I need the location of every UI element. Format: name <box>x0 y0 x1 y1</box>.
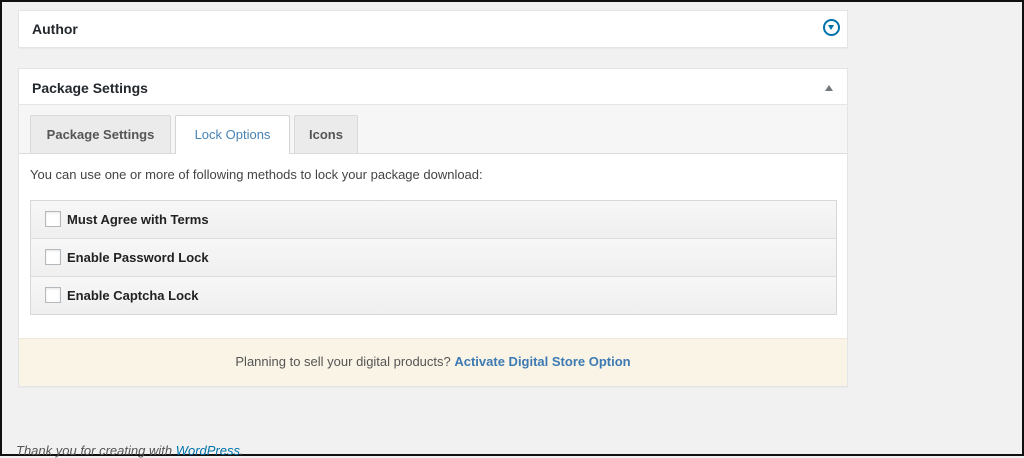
password-lock-label[interactable]: Enable Password Lock <box>67 250 209 265</box>
lock-option-captcha[interactable]: Enable Captcha Lock <box>31 277 836 314</box>
package-box-title: Package Settings <box>32 80 148 96</box>
author-box-title: Author <box>32 21 78 37</box>
digital-store-promo: Planning to sell your digital products? … <box>19 338 847 386</box>
tab-lock-options[interactable]: Lock Options <box>175 115 290 154</box>
author-metabox: Author <box>18 10 848 48</box>
lock-option-password[interactable]: Enable Password Lock <box>31 239 836 277</box>
captcha-lock-checkbox[interactable] <box>45 287 61 303</box>
arrow-up-icon[interactable] <box>825 85 833 91</box>
lock-options-list: Must Agree with Terms Enable Password Lo… <box>30 200 837 315</box>
tab-package-settings[interactable]: Package Settings <box>30 115 171 153</box>
chevron-down-circle-icon[interactable] <box>823 19 840 36</box>
captcha-lock-label[interactable]: Enable Captcha Lock <box>67 288 198 303</box>
tab-icons[interactable]: Icons <box>294 115 358 153</box>
terms-checkbox[interactable] <box>45 211 61 227</box>
promo-text: Planning to sell your digital products? <box>235 354 455 369</box>
terms-label[interactable]: Must Agree with Terms <box>67 212 209 227</box>
activate-digital-store-link[interactable]: Activate Digital Store Option <box>454 354 630 369</box>
package-settings-metabox: Package Settings Package Settings Lock O… <box>18 68 848 387</box>
tab-bar: Package Settings Lock Options Icons <box>19 105 847 154</box>
password-lock-checkbox[interactable] <box>45 249 61 265</box>
lock-intro-text: You can use one or more of following met… <box>30 167 483 182</box>
lock-option-terms[interactable]: Must Agree with Terms <box>31 201 836 239</box>
